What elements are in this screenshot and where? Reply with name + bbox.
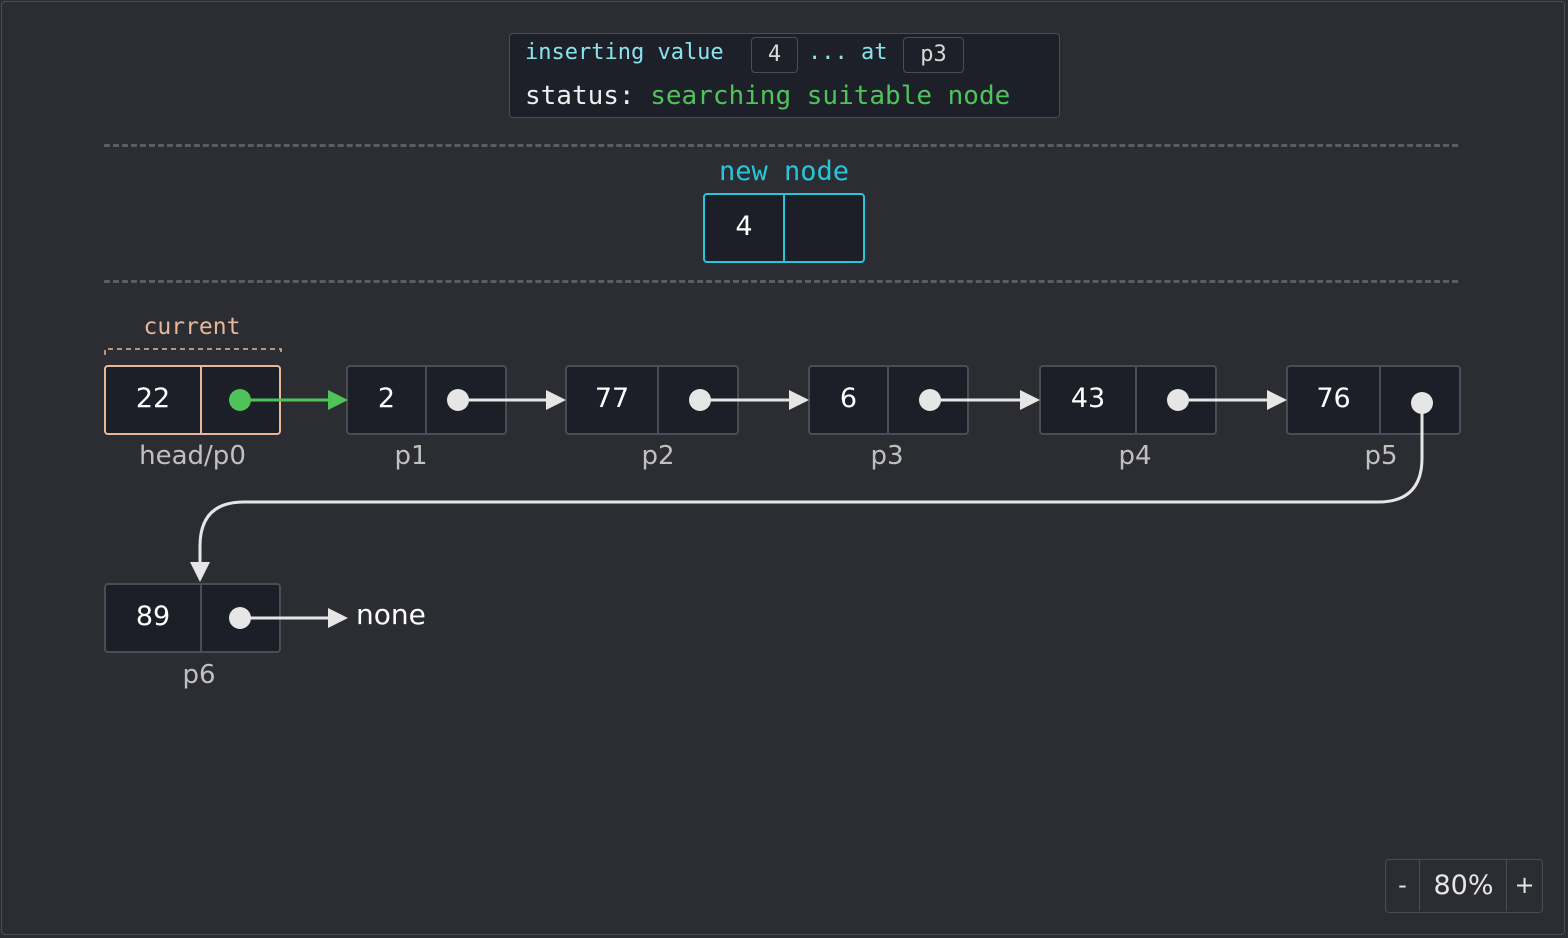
pointer-p0-to-p1 [229, 389, 348, 411]
pointer-p1-to-p2 [447, 389, 566, 411]
zoom-level: 80% [1433, 870, 1494, 901]
pointer-p3-to-p4 [919, 389, 1040, 411]
pointer-p6-to-none [229, 607, 348, 629]
zoom-out-button[interactable]: - [1386, 860, 1420, 911]
zoom-in-button[interactable]: + [1506, 860, 1542, 911]
pointer-layer [104, 348, 1433, 629]
pointer-p2-to-p3 [689, 389, 809, 411]
zoom-control: - 80% + [1385, 859, 1543, 913]
pointer-p5-to-p6 [190, 392, 1433, 582]
current-bracket [104, 348, 282, 355]
pointer-p4-to-p5 [1167, 389, 1287, 411]
